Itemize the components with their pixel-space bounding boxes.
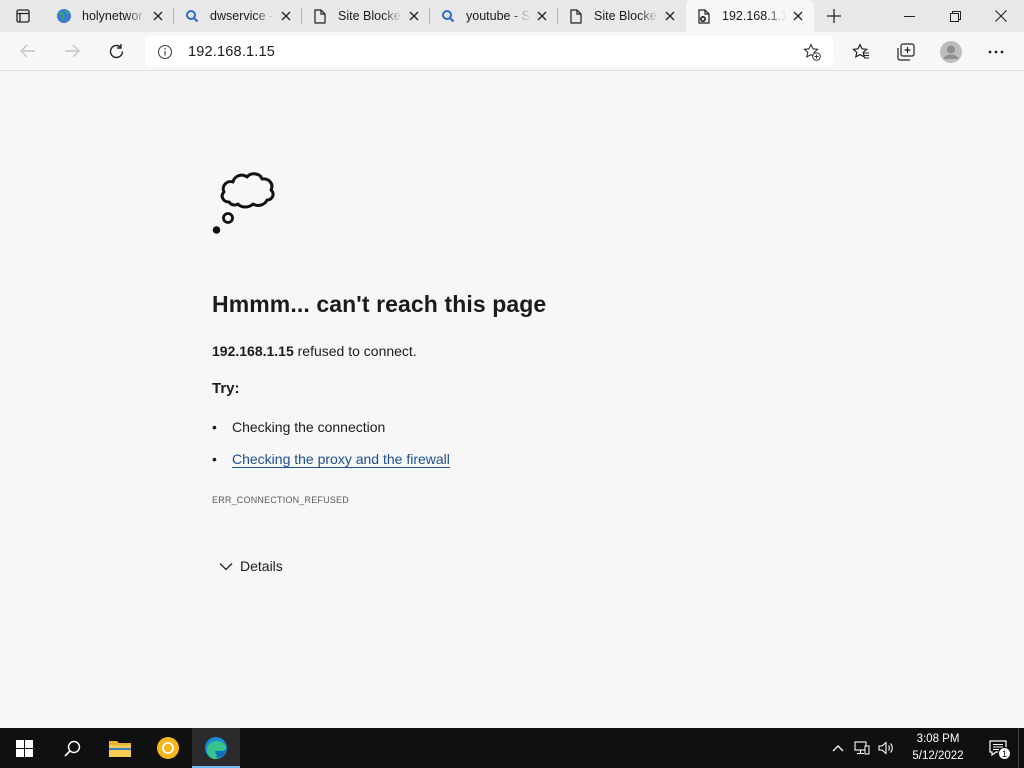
clock-time: 3:08 PM xyxy=(916,733,960,745)
error-host: 192.168.1.15 xyxy=(212,343,294,359)
close-tab-icon[interactable] xyxy=(662,8,678,24)
suggestion-item: • Checking the proxy and the firewall xyxy=(212,443,772,475)
error-page: Hmmm... can't reach this page 192.168.1.… xyxy=(212,160,772,574)
plus-icon xyxy=(827,9,841,23)
tab-actions-icon xyxy=(16,9,30,23)
close-window-button[interactable] xyxy=(978,0,1024,32)
tab-youtube[interactable]: youtube - S xyxy=(430,0,558,32)
favorites-icon xyxy=(851,43,869,59)
details-toggle[interactable]: Details xyxy=(212,558,772,574)
tab-title: youtube - S xyxy=(466,9,530,23)
tab-site-blocked-2[interactable]: Site Blocked xyxy=(558,0,686,32)
chrome-icon xyxy=(157,737,179,759)
back-button[interactable] xyxy=(6,32,50,71)
show-hidden-icons-button[interactable] xyxy=(826,728,850,768)
minimize-icon xyxy=(903,15,915,17)
network-button[interactable] xyxy=(850,728,874,768)
close-tab-icon[interactable] xyxy=(790,8,806,24)
restore-button[interactable] xyxy=(932,0,978,32)
page-icon xyxy=(568,8,584,24)
bullet: • xyxy=(212,451,217,467)
notification-badge: 1 xyxy=(998,747,1011,760)
volume-button[interactable] xyxy=(874,728,898,768)
action-center-button[interactable]: 1 xyxy=(978,728,1018,768)
avatar-icon xyxy=(939,40,962,63)
page-icon xyxy=(312,8,328,24)
forward-button[interactable] xyxy=(50,32,94,71)
proxy-firewall-link[interactable]: Checking the proxy and the firewall xyxy=(232,451,450,467)
details-label: Details xyxy=(240,558,283,574)
collections-icon xyxy=(896,42,915,61)
restore-icon xyxy=(949,10,961,22)
error-message: 192.168.1.15 refused to connect. xyxy=(212,343,772,359)
refresh-icon xyxy=(109,43,123,58)
close-icon xyxy=(995,10,1007,22)
close-tab-icon[interactable] xyxy=(534,8,550,24)
taskbar-search-button[interactable] xyxy=(48,728,96,768)
search-icon xyxy=(440,8,456,24)
error-message-text: refused to connect. xyxy=(297,343,417,359)
system-clock[interactable]: 3:08 PM 5/12/2022 xyxy=(898,731,978,765)
edge-icon xyxy=(205,737,227,759)
new-tab-button[interactable] xyxy=(814,0,854,32)
tab-title: dwservice - xyxy=(210,9,274,23)
close-tab-icon[interactable] xyxy=(150,8,166,24)
close-tab-icon[interactable] xyxy=(406,8,422,24)
forward-arrow-icon xyxy=(65,44,80,58)
tab-holynetwork[interactable]: holynetwor xyxy=(46,0,174,32)
system-tray: 3:08 PM 5/12/2022 1 xyxy=(826,728,1024,768)
file-explorer-button[interactable] xyxy=(96,728,144,768)
error-heading: Hmmm... can't reach this page xyxy=(212,291,547,317)
tab-active-192-168-1-15[interactable]: 192.168.1.15 xyxy=(686,0,814,32)
more-icon xyxy=(988,50,1003,53)
site-info-icon[interactable] xyxy=(145,44,185,60)
back-arrow-icon xyxy=(20,44,35,58)
error-page-icon xyxy=(696,8,712,24)
address-url[interactable]: 192.168.1.15 xyxy=(188,44,275,60)
edge-button[interactable] xyxy=(192,728,240,768)
close-tab-icon[interactable] xyxy=(278,8,294,24)
chevron-up-icon xyxy=(832,745,844,752)
chevron-down-icon xyxy=(219,562,233,570)
folder-icon xyxy=(109,741,131,757)
error-code: ERR_CONNECTION_REFUSED xyxy=(212,495,349,505)
thought-cloud-icon xyxy=(212,172,275,234)
start-button[interactable] xyxy=(0,728,48,768)
tab-strip: holynetwor dwservice - Site Blocked yout… xyxy=(0,0,1024,32)
collections-button[interactable] xyxy=(883,32,928,71)
tab-title: Site Blocked xyxy=(594,9,658,23)
browser-toolbar: 192.168.1.15 xyxy=(0,32,1024,71)
add-favorite-icon[interactable] xyxy=(803,43,821,66)
globe-icon xyxy=(56,8,72,24)
show-desktop-button[interactable] xyxy=(1018,728,1024,768)
tab-title: Site Blocked xyxy=(338,9,402,23)
tab-title: holynetwor xyxy=(82,9,143,23)
search-icon xyxy=(184,8,200,24)
chrome-button[interactable] xyxy=(144,728,192,768)
bullet: • xyxy=(212,419,217,435)
search-icon xyxy=(63,740,80,757)
address-bar[interactable]: 192.168.1.15 xyxy=(145,36,833,67)
clock-date: 5/12/2022 xyxy=(912,750,964,762)
tab-site-blocked-1[interactable]: Site Blocked xyxy=(302,0,430,32)
favorites-button[interactable] xyxy=(838,32,883,71)
minimize-button[interactable] xyxy=(886,0,932,32)
tab-title: 192.168.1.15 xyxy=(722,9,786,23)
refresh-button[interactable] xyxy=(94,32,138,71)
tab-dwservice[interactable]: dwservice - xyxy=(174,0,302,32)
taskbar: 3:08 PM 5/12/2022 1 xyxy=(0,728,1024,768)
suggestion-list: • Checking the connection • Checking the… xyxy=(212,411,772,475)
tab-actions-button[interactable] xyxy=(0,0,46,32)
windows-logo-icon xyxy=(15,739,33,757)
profile-button[interactable] xyxy=(928,32,973,71)
suggestion-text: Checking the connection xyxy=(232,419,386,435)
settings-more-button[interactable] xyxy=(973,32,1018,71)
suggestion-item: • Checking the connection xyxy=(212,411,772,443)
toolbar-right-actions xyxy=(838,32,1018,71)
window-controls xyxy=(886,0,1024,32)
speaker-icon xyxy=(878,741,893,755)
network-icon xyxy=(854,741,870,755)
try-label: Try: xyxy=(212,380,240,397)
